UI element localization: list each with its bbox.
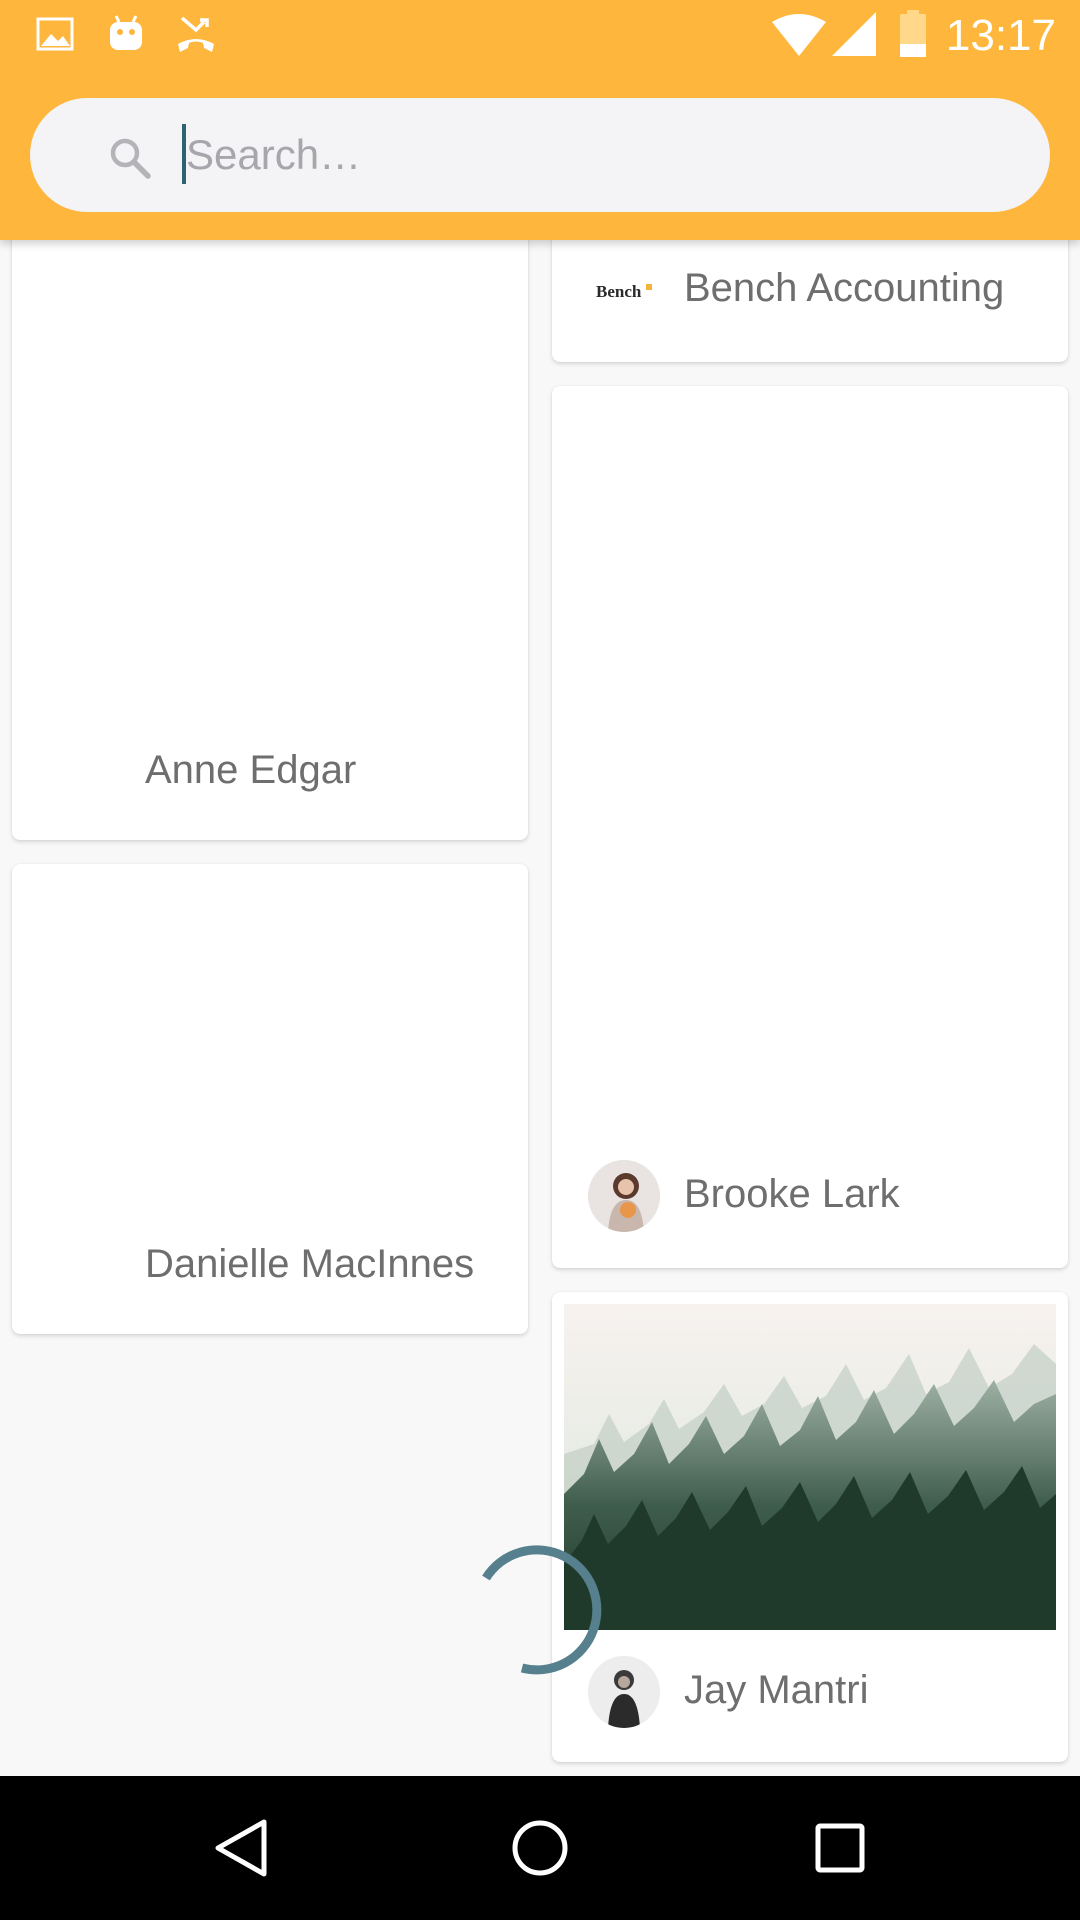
- status-bar: 13:17: [0, 0, 1080, 72]
- wifi-icon: [772, 14, 826, 56]
- svg-text:Bench: Bench: [596, 282, 642, 301]
- feed-card[interactable]: Bench Bench Accounting: [552, 220, 1068, 362]
- back-icon[interactable]: [204, 1812, 276, 1884]
- card-author-name: Jay Mantri: [684, 1668, 869, 1712]
- cell-signal-icon: [832, 12, 876, 56]
- navigation-bar: [0, 1776, 1080, 1920]
- recents-icon[interactable]: [804, 1812, 876, 1884]
- image-icon: [36, 17, 74, 51]
- app-header: 13:17: [0, 0, 1080, 240]
- home-icon[interactable]: [504, 1812, 576, 1884]
- missed-call-icon: [178, 16, 214, 52]
- bench-logo-avatar: Bench: [588, 254, 660, 326]
- search-bar[interactable]: [30, 98, 1050, 212]
- search-input[interactable]: [180, 122, 986, 188]
- card-author-name: Brooke Lark: [684, 1172, 900, 1216]
- avatar-photo: [588, 1160, 660, 1232]
- card-author-name: Anne Edgar: [145, 748, 357, 792]
- feed-card[interactable]: Jay Mantri: [552, 1292, 1068, 1762]
- status-time: 13:17: [945, 11, 1056, 60]
- card-image-forest[interactable]: [564, 1304, 1056, 1630]
- search-icon: [110, 138, 151, 179]
- android-icon: [110, 15, 142, 50]
- loading-spinner: [482, 1545, 602, 1675]
- feed-card[interactable]: Anne Edgar: [12, 220, 528, 840]
- feed-card[interactable]: Danielle MacInnes: [12, 864, 528, 1334]
- card-author-name: Danielle MacInnes: [145, 1242, 475, 1286]
- avatar: [588, 1160, 660, 1232]
- app-screen: 13:17 Anne Edgar Danielle MacInnes Bench…: [0, 0, 1080, 1920]
- bench-logo: Bench: [596, 282, 652, 301]
- feed-card[interactable]: Brooke Lark: [552, 386, 1068, 1268]
- battery-icon: [900, 10, 926, 57]
- card-author-name: Bench Accounting: [684, 266, 1005, 310]
- text-cursor: [182, 124, 186, 184]
